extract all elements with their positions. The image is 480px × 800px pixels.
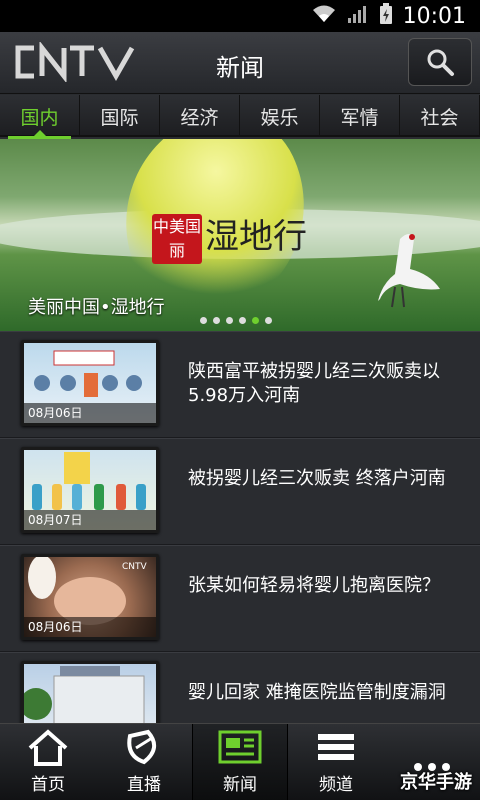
nav-channels-label: 频道 xyxy=(319,775,353,795)
satellite-dish-icon xyxy=(127,729,156,765)
search-icon xyxy=(427,49,454,76)
nav-live[interactable]: 直播 xyxy=(96,724,192,800)
app-header: 新闻 xyxy=(0,32,480,94)
banner-seal: 中美国丽 xyxy=(152,214,202,264)
tab-domestic[interactable]: 国内 xyxy=(0,95,80,139)
svg-text:CNTV: CNTV xyxy=(122,562,148,572)
news-list: 08月06日 陕西富平被拐婴儿经三次贩卖以5.98万入河南 08月07日 被拐婴… xyxy=(0,331,480,723)
news-headline: 婴儿回家 难掩医院监管制度漏洞 xyxy=(188,682,446,703)
news-item[interactable]: 婴儿回家 难掩医院监管制度漏洞 xyxy=(0,652,480,723)
news-headline: 被拐婴儿经三次贩卖 终落户河南 xyxy=(188,468,446,489)
news-item[interactable]: CNTV 08月06日 张某如何轻易将婴儿抱离医院？ xyxy=(0,545,480,652)
tab-society[interactable]: 社会 xyxy=(400,95,480,137)
nav-channels[interactable]: 频道 xyxy=(288,724,384,800)
tab-international[interactable]: 国际 xyxy=(80,95,160,137)
news-headline: 陕西富平被拐婴儿经三次贩卖以5.98万入河南 xyxy=(188,361,440,406)
news-date: 08月07日 xyxy=(24,510,156,530)
signal-icon xyxy=(347,4,369,28)
crane-illustration xyxy=(378,234,440,308)
battery-charging-icon xyxy=(379,3,393,29)
featured-banner[interactable]: 中美国丽 湿地行 美丽中国•湿地行 xyxy=(0,139,480,331)
carousel-dot[interactable] xyxy=(239,317,246,324)
nav-home[interactable]: 首页 xyxy=(0,724,96,800)
banner-caption: 美丽中国•湿地行 xyxy=(28,297,165,318)
news-thumbnail: 08月06日 xyxy=(21,340,159,426)
carousel-dot[interactable] xyxy=(213,317,220,324)
bottom-navigation: 首页 直播 新闻 频道 京华手游 xyxy=(0,723,480,800)
carousel-dot[interactable] xyxy=(265,317,272,324)
news-icon xyxy=(218,730,262,764)
wifi-icon xyxy=(311,4,337,28)
carousel-dot[interactable] xyxy=(226,317,233,324)
status-time: 10:01 xyxy=(402,3,466,29)
tab-military[interactable]: 军情 xyxy=(320,95,400,137)
watermark: 京华手游 xyxy=(400,772,472,793)
banner-art-title: 湿地行 xyxy=(205,217,307,257)
status-bar: 10:01 xyxy=(0,0,480,32)
nav-home-label: 首页 xyxy=(31,775,65,795)
tab-entertainment[interactable]: 娱乐 xyxy=(240,95,320,137)
home-icon xyxy=(28,729,68,766)
news-date: 08月06日 xyxy=(24,403,156,423)
news-date: 08月06日 xyxy=(24,617,156,637)
news-headline: 张某如何轻易将婴儿抱离医院？ xyxy=(188,575,440,596)
tab-economy[interactable]: 经济 xyxy=(160,95,240,137)
menu-icon xyxy=(318,734,354,760)
news-item[interactable]: 08月06日 陕西富平被拐婴儿经三次贩卖以5.98万入河南 xyxy=(0,331,480,438)
category-tabs: 国内 国际 经济 娱乐 军情 社会 xyxy=(0,95,480,139)
carousel-dot-active[interactable] xyxy=(252,317,259,324)
carousel-indicator xyxy=(200,317,272,324)
nav-live-label: 直播 xyxy=(127,775,161,795)
search-button[interactable] xyxy=(408,38,472,86)
carousel-dot[interactable] xyxy=(200,317,207,324)
nav-news-label: 新闻 xyxy=(223,775,257,795)
nav-news[interactable]: 新闻 xyxy=(192,724,288,800)
news-thumbnail xyxy=(21,661,159,723)
news-thumbnail: 08月07日 xyxy=(21,447,159,533)
news-thumbnail: CNTV 08月06日 xyxy=(21,554,159,640)
news-item[interactable]: 08月07日 被拐婴儿经三次贩卖 终落户河南 xyxy=(0,438,480,545)
